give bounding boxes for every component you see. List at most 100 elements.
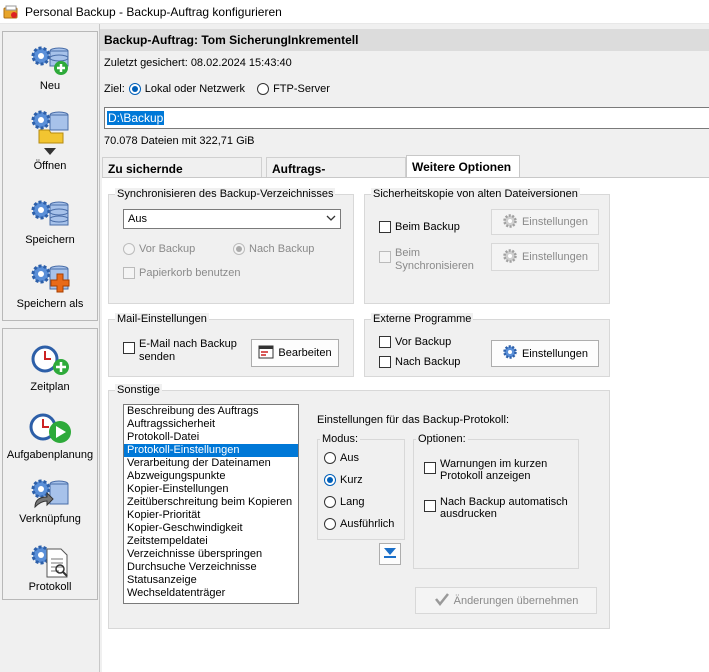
safety-backup-checkbox[interactable]	[379, 221, 391, 233]
list-item[interactable]: Beschreibung des Auftrags	[124, 405, 298, 418]
list-item[interactable]: Durchsuche Verzeichnisse	[124, 561, 298, 574]
sidebar-item-label: Speichern	[25, 234, 75, 246]
sync-select-value: Aus	[128, 213, 147, 225]
sidebar-item-label: Neu	[39, 80, 61, 92]
mail-send-checkbox[interactable]	[123, 342, 135, 354]
sync-recycle-label: Papierkorb benutzen	[139, 267, 241, 279]
target-local-radio[interactable]	[128, 83, 141, 95]
gear-open-icon	[27, 108, 73, 144]
list-item[interactable]: Abzweigungspunkte	[124, 470, 298, 483]
tab-verzeichnisse[interactable]: Zu sichernde Verzeichnisse	[102, 157, 262, 190]
sidebar-item-label: Zeitplan	[30, 381, 70, 393]
sync-before-radio[interactable]	[123, 243, 135, 255]
mail-title: Mail-Einstellungen	[115, 313, 209, 325]
settings-label: Einstellungen	[521, 347, 589, 360]
mode-radio[interactable]	[324, 518, 336, 530]
gear-icon	[502, 344, 518, 363]
mode-radio[interactable]	[324, 452, 336, 464]
checkmark-icon	[434, 592, 450, 609]
sidebar-item-oeffnen[interactable]: Öffnen	[3, 108, 97, 172]
list-item[interactable]: Kopier-Priorität	[124, 509, 298, 522]
list-item[interactable]: Auftragssicherheit	[124, 418, 298, 431]
options-title: Optionen:	[416, 433, 468, 445]
external-after-checkbox[interactable]	[379, 356, 391, 368]
gear-icon	[502, 248, 518, 267]
sync-select[interactable]: Aus	[123, 209, 341, 229]
file-summary: 70.078 Dateien mit 322,71 GiB	[104, 135, 255, 147]
external-settings-button[interactable]: Einstellungen	[491, 340, 599, 367]
sync-recycle-row: Papierkorb benutzen	[123, 267, 241, 279]
sync-after-radio[interactable]	[233, 243, 245, 255]
opt-print-label-line2: ausdrucken	[440, 508, 497, 520]
mode-radio[interactable]	[324, 474, 336, 486]
list-item[interactable]: Verarbeitung der Dateinamen	[124, 457, 298, 470]
sidebar-item-speichern[interactable]: Speichern	[3, 196, 97, 246]
sidebar-item-speichern-als[interactable]: Speichern als	[3, 260, 97, 310]
opt-warn-row: Warnungen im kurzen Protokoll anzeigen	[424, 458, 547, 482]
sync-after-row: Nach Backup	[233, 243, 314, 255]
app-icon	[3, 4, 19, 20]
opt-warn-label: Warnungen im kurzen Protokoll anzeigen	[440, 458, 547, 482]
external-before-label: Vor Backup	[395, 336, 452, 348]
safety-backup-settings-button[interactable]: Einstellungen	[491, 209, 599, 235]
sidebar-item-label: Verknüpfung	[19, 513, 81, 525]
title-bar: Personal Backup - Backup-Auftrag konfigu…	[0, 0, 709, 24]
mail-edit-label: Bearbeiten	[278, 347, 332, 359]
gear-icon	[502, 213, 518, 232]
gear-log-icon	[27, 543, 73, 579]
sidebar-item-label: Speichern als	[16, 298, 84, 310]
tab-auftrags-einstellungen[interactable]: Auftrags-Einstellungen	[266, 157, 406, 190]
target-path-input[interactable]: D:\Backup	[104, 107, 709, 129]
mode-group: Modus: Aus Kurz Lang Ausführlich	[317, 433, 405, 540]
expand-down-button[interactable]	[379, 543, 401, 565]
mail-send-label-line2: senden	[139, 351, 176, 363]
sidebar-item-label: Aufgabenplanung	[6, 449, 94, 461]
mail-edit-button[interactable]: Bearbeiten	[251, 339, 339, 367]
safety-sync-settings-button[interactable]: Einstellungen	[491, 243, 599, 271]
sidebar-item-neu[interactable]: Neu	[3, 42, 97, 92]
list-item[interactable]: Zeitüberschreitung beim Kopieren	[124, 496, 298, 509]
list-item[interactable]: Protokoll-Einstellungen	[124, 444, 298, 457]
list-item[interactable]: Zeitstempeldatei	[124, 535, 298, 548]
opt-warn-checkbox[interactable]	[424, 462, 436, 474]
target-ftp-label: FTP-Server	[273, 83, 330, 95]
sidebar-item-protokoll[interactable]: Protokoll	[3, 543, 97, 593]
mode-option: Ausführlich	[324, 518, 394, 530]
safety-backup-label: Beim Backup	[395, 221, 460, 233]
list-item[interactable]: Wechseldatenträger	[124, 587, 298, 600]
sidebar-item-verknuepfung[interactable]: Verknüpfung	[3, 475, 97, 525]
apply-changes-label: Änderungen übernehmen	[453, 594, 579, 607]
opt-print-label-line1: Nach Backup automatisch	[440, 496, 568, 508]
tab-weitere-optionen[interactable]: Weitere Optionen	[406, 155, 520, 178]
external-before-checkbox[interactable]	[379, 336, 391, 348]
safety-sync-checkbox[interactable]	[379, 251, 391, 263]
list-item[interactable]: Kopier-Geschwindigkeit	[124, 522, 298, 535]
list-item[interactable]: Verzeichnisse überspringen	[124, 548, 298, 561]
opt-print-label: Nach Backup automatisch ausdrucken	[440, 496, 568, 520]
protocol-heading: Einstellungen für das Backup-Protokoll:	[317, 414, 509, 426]
options-group: Optionen: Warnungen im kurzen Protokoll …	[413, 433, 579, 569]
mode-option: Kurz	[324, 474, 363, 486]
sync-recycle-checkbox[interactable]	[123, 267, 135, 279]
sidebar-item-aufgabenplanung[interactable]: Aufgabenplanung	[3, 411, 97, 461]
misc-list[interactable]: Beschreibung des Auftrags Auftragssicherh…	[123, 404, 299, 604]
safety-sync-row: Beim Synchronisieren	[379, 247, 474, 273]
sidebar-item-zeitplan[interactable]: Zeitplan	[3, 343, 97, 393]
list-item[interactable]: Protokoll-Datei	[124, 431, 298, 444]
list-item[interactable]: Kopier-Einstellungen	[124, 483, 298, 496]
sidebar-group-schedule: Zeitplan Aufgabenplanung Verknüpfung Pro…	[2, 328, 98, 600]
misc-title: Sonstige	[115, 384, 162, 396]
mode-option: Aus	[324, 452, 359, 464]
gear-save-as-icon	[27, 260, 73, 296]
gear-save-icon	[27, 196, 73, 232]
opt-print-checkbox[interactable]	[424, 500, 436, 512]
mode-radio[interactable]	[324, 496, 336, 508]
list-item[interactable]: Statusanzeige	[124, 574, 298, 587]
apply-changes-button[interactable]: Änderungen übernehmen	[415, 587, 597, 614]
safety-title: Sicherheitskopie von alten Dateiversione…	[371, 188, 580, 200]
mail-group: Mail-Einstellungen E-Mail nach Backup se…	[108, 313, 354, 377]
sync-before-label: Vor Backup	[139, 243, 196, 255]
target-local-label: Lokal oder Netzwerk	[144, 83, 246, 95]
target-ftp-radio[interactable]	[257, 83, 270, 95]
target-label: Ziel:	[104, 83, 125, 95]
